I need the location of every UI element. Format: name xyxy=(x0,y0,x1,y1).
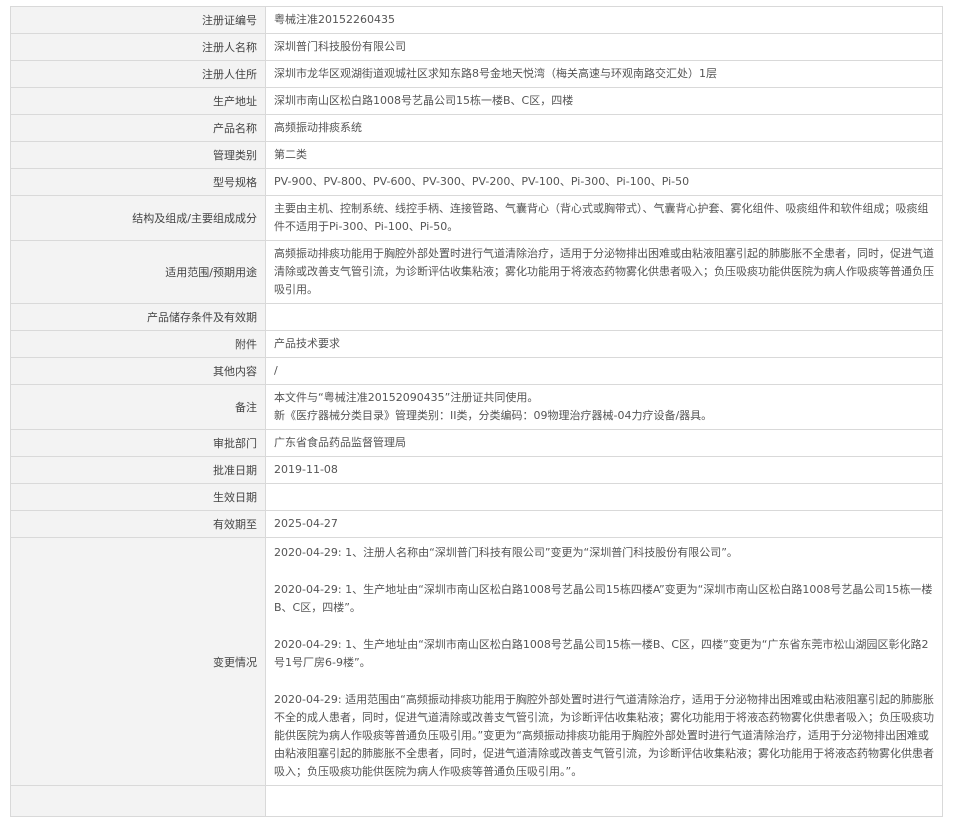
row-value xyxy=(265,483,943,511)
row-value: 深圳市龙华区观湖街道观城社区求知东路8号金地天悦湾（梅关高速与环观南路交汇处）1… xyxy=(265,60,943,88)
row-intended-use: 适用范围/预期用途 高频振动排痰功能用于胸腔外部处置时进行气道清除治疗，适用于分… xyxy=(10,240,943,304)
row-storage-validity: 产品储存条件及有效期 xyxy=(10,303,943,331)
row-label: 型号规格 xyxy=(10,168,266,196)
row-production-address: 生产地址 深圳市南山区松白路1008号艺晶公司15栋一楼B、C区，四楼 xyxy=(10,87,943,115)
row-value: 2019-11-08 xyxy=(265,456,943,484)
row-value: 2025-04-27 xyxy=(265,510,943,538)
row-value: 深圳普门科技股份有限公司 xyxy=(265,33,943,61)
row-management-class: 管理类别 第二类 xyxy=(10,141,943,169)
row-product-name: 产品名称 高频振动排痰系统 xyxy=(10,114,943,142)
row-registrant-address: 注册人住所 深圳市龙华区观湖街道观城社区求知东路8号金地天悦湾（梅关高速与环观南… xyxy=(10,60,943,88)
row-value: PV-900、PV-800、PV-600、PV-300、PV-200、PV-10… xyxy=(265,168,943,196)
row-label: 审批部门 xyxy=(10,429,266,457)
row-label: 附件 xyxy=(10,330,266,358)
row-value: 深圳市南山区松白路1008号艺晶公司15栋一楼B、C区，四楼 xyxy=(265,87,943,115)
row-label: 备注 xyxy=(10,384,266,430)
row-label: 结构及组成/主要组成成分 xyxy=(10,195,266,241)
row-value: 高频振动排痰功能用于胸腔外部处置时进行气道清除治疗，适用于分泌物排出困难或由粘液… xyxy=(265,240,943,304)
row-expiry-date: 有效期至 2025-04-27 xyxy=(10,510,943,538)
row-label: 变更情况 xyxy=(10,537,266,786)
change-entry: 2020-04-29: 适用范围由“高频振动排痰功能用于胸腔外部处置时进行气道清… xyxy=(274,693,934,778)
row-value: 第二类 xyxy=(265,141,943,169)
row-value: 产品技术要求 xyxy=(265,330,943,358)
row-value: 本文件与“粤械注准20152090435”注册证共同使用。 新《医疗器械分类目录… xyxy=(265,384,943,430)
row-label: 注册人名称 xyxy=(10,33,266,61)
row-label: 产品名称 xyxy=(10,114,266,142)
registration-info-sheet: 注册证编号 粤械注准20152260435 注册人名称 深圳普门科技股份有限公司… xyxy=(10,6,943,817)
row-value: 粤械注准20152260435 xyxy=(265,6,943,34)
registration-info-table: 注册证编号 粤械注准20152260435 注册人名称 深圳普门科技股份有限公司… xyxy=(10,6,943,817)
row-registration-number: 注册证编号 粤械注准20152260435 xyxy=(10,6,943,34)
row-label: 注册证编号 xyxy=(10,6,266,34)
row-effective-date: 生效日期 xyxy=(10,483,943,511)
row-label-empty xyxy=(10,785,266,817)
row-approval-department: 审批部门 广东省食品药品监督管理局 xyxy=(10,429,943,457)
row-value xyxy=(265,303,943,331)
row-model-spec: 型号规格 PV-900、PV-800、PV-600、PV-300、PV-200、… xyxy=(10,168,943,196)
change-entry: 2020-04-29: 1、注册人名称由“深圳普门科技有限公司”变更为“深圳普门… xyxy=(274,546,738,559)
row-value: 2020-04-29: 1、注册人名称由“深圳普门科技有限公司”变更为“深圳普门… xyxy=(265,537,943,786)
row-label: 注册人住所 xyxy=(10,60,266,88)
change-entry: 2020-04-29: 1、生产地址由“深圳市南山区松白路1008号艺晶公司15… xyxy=(274,583,933,614)
row-label: 其他内容 xyxy=(10,357,266,385)
change-entry: 2020-04-29: 1、生产地址由“深圳市南山区松白路1008号艺晶公司15… xyxy=(274,638,929,669)
remark-line: 新《医疗器械分类目录》管理类别：II类，分类编码：09物理治疗器械-04力疗设备… xyxy=(274,409,713,422)
row-label: 管理类别 xyxy=(10,141,266,169)
remark-line: 本文件与“粤械注准20152090435”注册证共同使用。 xyxy=(274,391,539,404)
row-approval-date: 批准日期 2019-11-08 xyxy=(10,456,943,484)
row-change-history: 变更情况 2020-04-29: 1、注册人名称由“深圳普门科技有限公司”变更为… xyxy=(10,537,943,786)
row-value: / xyxy=(265,357,943,385)
row-label: 产品储存条件及有效期 xyxy=(10,303,266,331)
row-value: 主要由主机、控制系统、线控手柄、连接管路、气囊背心（背心式或胸带式）、气囊背心护… xyxy=(265,195,943,241)
row-value-empty xyxy=(265,785,943,817)
row-label: 有效期至 xyxy=(10,510,266,538)
row-remarks: 备注 本文件与“粤械注准20152090435”注册证共同使用。 新《医疗器械分… xyxy=(10,384,943,430)
row-value: 高频振动排痰系统 xyxy=(265,114,943,142)
row-label: 批准日期 xyxy=(10,456,266,484)
row-label: 适用范围/预期用途 xyxy=(10,240,266,304)
row-structure-composition: 结构及组成/主要组成成分 主要由主机、控制系统、线控手柄、连接管路、气囊背心（背… xyxy=(10,195,943,241)
row-label: 生效日期 xyxy=(10,483,266,511)
row-value: 广东省食品药品监督管理局 xyxy=(265,429,943,457)
row-label: 生产地址 xyxy=(10,87,266,115)
row-continuation xyxy=(10,785,943,817)
row-registrant-name: 注册人名称 深圳普门科技股份有限公司 xyxy=(10,33,943,61)
row-other-content: 其他内容 / xyxy=(10,357,943,385)
row-attachment: 附件 产品技术要求 xyxy=(10,330,943,358)
